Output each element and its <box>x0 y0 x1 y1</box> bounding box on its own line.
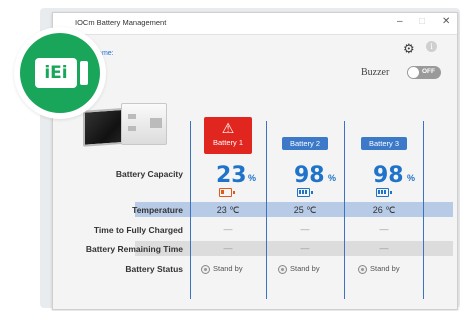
minimize-button[interactable]: – <box>397 16 403 27</box>
buzzer-toggle[interactable]: OFF <box>407 66 441 79</box>
battery-2-status: Stand by <box>278 264 320 274</box>
battery-2-remaining: — <box>300 243 310 253</box>
maximize-button[interactable]: □ <box>419 16 425 27</box>
battery-3-time-to-full: — <box>379 224 389 234</box>
status-radio[interactable] <box>278 264 287 274</box>
remaining-time-row-label: Battery Remaining Time <box>85 244 183 254</box>
app-window: IOCm Battery Management – □ ✕ Name: ⚙ i … <box>52 12 458 310</box>
status-text: Stand by <box>370 264 400 273</box>
battery-full-icon <box>297 188 313 197</box>
battery-1-temperature: 23 ℃ <box>216 205 240 215</box>
tab-label: Battery 1 <box>212 138 243 147</box>
battery-1-time-to-full: — <box>223 224 233 234</box>
buzzer-state: OFF <box>422 68 435 75</box>
status-text: Stand by <box>290 264 320 273</box>
close-button[interactable]: ✕ <box>442 16 450 27</box>
gear-icon[interactable]: ⚙ <box>403 41 415 57</box>
column-separator <box>266 121 267 299</box>
logo-badge: iEi <box>35 58 77 88</box>
iei-logo: iEi <box>14 27 106 119</box>
battery-3-remaining: — <box>379 243 389 253</box>
percent-unit: % <box>248 173 257 183</box>
info-icon[interactable]: i <box>426 41 437 52</box>
warning-icon: ⚠ <box>221 120 235 136</box>
capacity-row-label: Battery Capacity <box>115 169 183 179</box>
status-radio[interactable] <box>358 264 367 274</box>
device-port <box>150 118 162 128</box>
device-port <box>128 126 136 131</box>
battery-3-temperature: 26 ℃ <box>372 205 396 215</box>
battery-1-remaining: — <box>223 243 233 253</box>
window-title: IOCm Battery Management <box>75 18 167 27</box>
battery-2-capacity: 98 <box>294 163 325 188</box>
battery-1-status: Stand by <box>201 264 243 274</box>
tab-battery-2[interactable]: Battery 2 <box>282 137 328 150</box>
percent-unit: % <box>407 173 416 183</box>
time-to-full-row-label: Time to Fully Charged <box>93 225 183 235</box>
device-image <box>83 103 167 155</box>
battery-full-icon <box>376 188 392 197</box>
toggle-knob <box>408 67 419 78</box>
battery-3-status: Stand by <box>358 264 400 274</box>
status-row-label: Battery Status <box>125 264 183 274</box>
battery-low-icon <box>219 188 235 197</box>
tab-battery-1[interactable]: ⚠ Battery 1 <box>204 117 252 154</box>
battery-2-time-to-full: — <box>300 224 310 234</box>
column-separator <box>190 121 191 299</box>
percent-unit: % <box>328 173 337 183</box>
battery-1-capacity: 23 <box>216 163 247 188</box>
device-body <box>121 103 167 145</box>
battery-2-temperature: 25 ℃ <box>293 205 317 215</box>
tab-battery-3[interactable]: Battery 3 <box>361 137 407 150</box>
title-bar: IOCm Battery Management – □ ✕ <box>53 13 457 35</box>
column-separator <box>344 121 345 299</box>
status-text: Stand by <box>213 264 243 273</box>
status-radio[interactable] <box>201 264 210 274</box>
logo-circle: iEi <box>20 33 100 113</box>
column-separator <box>423 121 424 299</box>
device-port <box>128 114 136 119</box>
buzzer-label: Buzzer <box>361 67 390 78</box>
temperature-row-label: Temperature <box>132 205 183 215</box>
battery-terminal-icon <box>80 61 88 85</box>
battery-3-capacity: 98 <box>373 163 404 188</box>
